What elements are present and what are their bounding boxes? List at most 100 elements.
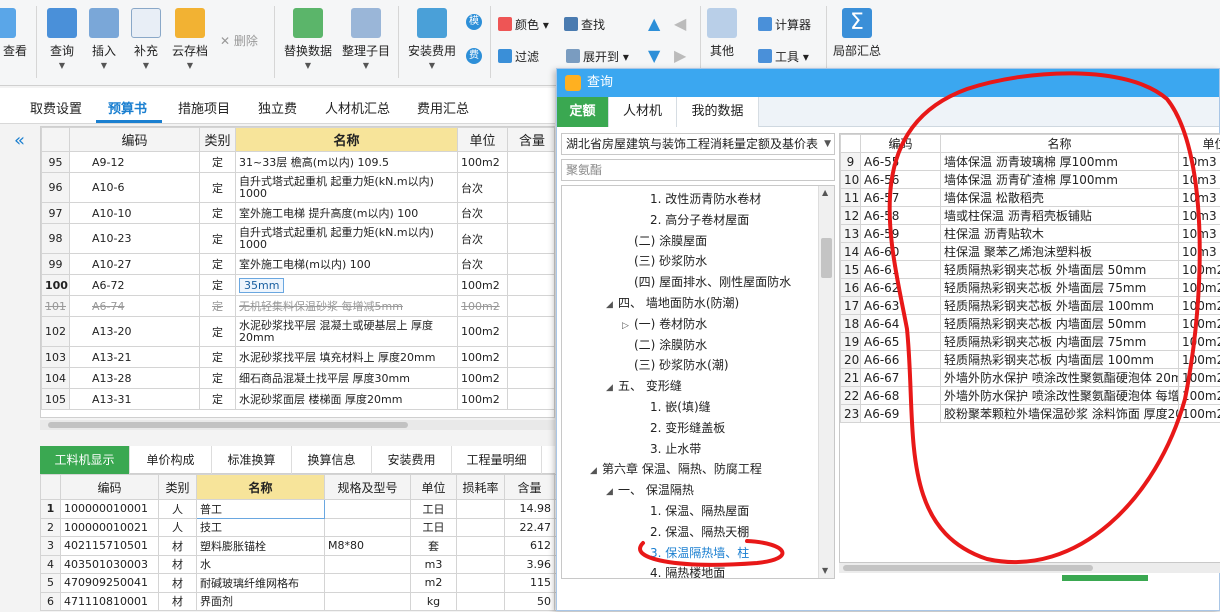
name-cell[interactable]: 轻质隔热彩钢夹芯板 内墙面层 50mm xyxy=(941,315,1179,333)
unit-cell[interactable]: 100m2 xyxy=(458,368,508,389)
name-cell[interactable]: 技工 xyxy=(197,518,325,537)
tree-node[interactable]: (二) 涂膜防水 xyxy=(622,336,707,353)
dialog-title-bar[interactable]: 查询 xyxy=(557,69,1219,97)
unit-cell[interactable]: 10m3 xyxy=(1179,207,1220,225)
row-number[interactable]: 100 xyxy=(42,275,70,296)
type-header[interactable]: 类别 xyxy=(159,475,197,500)
tab-quota[interactable]: 定额 xyxy=(557,97,609,127)
name-cell[interactable]: 塑料膨胀锚栓 xyxy=(197,537,325,556)
spec-cell[interactable] xyxy=(325,555,411,574)
row-number[interactable]: 4 xyxy=(41,555,61,574)
filter-button[interactable]: 过滤 xyxy=(498,48,539,65)
row-number[interactable]: 11 xyxy=(841,189,861,207)
tab-standard-conversion[interactable]: 标准换算 xyxy=(212,446,292,474)
code-cell[interactable]: A6-63 xyxy=(861,297,941,315)
unit-cell[interactable]: 100m2 xyxy=(458,275,508,296)
table-row[interactable]: 15A6-61轻质隔热彩钢夹芯板 外墙面层 50mm100m2 xyxy=(841,261,1220,279)
view-button[interactable]: 查看 xyxy=(0,8,30,59)
name-cell[interactable]: 外墙外防水保护 喷涂改性聚氨酯硬泡体 每增减5mm xyxy=(941,387,1179,405)
code-header[interactable]: 编码 xyxy=(70,128,200,152)
type-cell[interactable]: 定 xyxy=(200,296,236,317)
loss-rate-header[interactable]: 损耗率 xyxy=(457,475,505,500)
unit-cell[interactable]: 100m2 xyxy=(458,317,508,347)
code-cell[interactable]: A10-27 xyxy=(70,254,200,275)
name-cell[interactable]: 水 xyxy=(197,555,325,574)
name-header[interactable]: 名称 xyxy=(197,475,325,500)
row-number[interactable]: 14 xyxy=(841,243,861,261)
code-cell[interactable]: 403501030003 xyxy=(61,555,159,574)
code-cell[interactable]: 100000010021 xyxy=(61,518,159,537)
code-cell[interactable]: A13-28 xyxy=(70,368,200,389)
calculator-button[interactable]: 计算器 xyxy=(758,16,811,33)
search-input[interactable]: 聚氨酯 xyxy=(561,159,835,181)
tree-expand-icon[interactable]: ◢ xyxy=(606,300,618,310)
row-number[interactable]: 12 xyxy=(841,207,861,225)
table-row[interactable]: 17A6-63轻质隔热彩钢夹芯板 外墙面层 100mm100m2 xyxy=(841,297,1220,315)
amount-cell[interactable]: 3.96 xyxy=(505,555,555,574)
row-number[interactable]: 16 xyxy=(841,279,861,297)
tab-labor-material-summary[interactable]: 人材机汇总 xyxy=(325,98,390,117)
name-cell[interactable]: 胶粉聚苯颗粒外墙保温砂浆 涂料饰面 厚度20mm xyxy=(941,405,1179,423)
scroll-down-icon[interactable]: ▼ xyxy=(822,566,828,575)
expand-to-button[interactable]: 展开到 ▾ xyxy=(566,48,629,65)
replace-data-button[interactable]: 替换数据 ▼ xyxy=(280,8,336,70)
other-button[interactable]: 其他 xyxy=(704,8,740,59)
unit-cell[interactable]: m3 xyxy=(411,555,457,574)
code-cell[interactable]: 402115710501 xyxy=(61,537,159,556)
name-cell[interactable]: 耐碱玻璃纤维网格布 xyxy=(197,574,325,593)
unit-header[interactable]: 单位 xyxy=(458,128,508,152)
unit-cell[interactable]: 工日 xyxy=(411,518,457,537)
code-cell[interactable]: A6-66 xyxy=(861,351,941,369)
amount-cell[interactable]: 50 xyxy=(505,592,555,611)
row-number[interactable]: 102 xyxy=(42,317,70,347)
name-cell[interactable]: 无机轻集料保温砂浆 每增减5mm xyxy=(236,296,458,317)
name-cell[interactable]: 外墙外防水保护 喷涂改性聚氨酯硬泡体 20mm xyxy=(941,369,1179,387)
code-header[interactable]: 编码 xyxy=(61,475,159,500)
name-cell[interactable]: 35mm xyxy=(236,275,458,296)
type-cell[interactable]: 定 xyxy=(200,152,236,173)
unit-cell[interactable]: 台次 xyxy=(458,254,508,275)
type-cell[interactable]: 人 xyxy=(159,500,197,519)
row-number[interactable]: 105 xyxy=(42,389,70,410)
color-button[interactable]: 颜色 ▾ xyxy=(498,16,549,33)
delete-button[interactable]: ✕ 删除 xyxy=(220,32,258,49)
tree-node[interactable]: ▷(一) 卷材防水 xyxy=(622,315,707,332)
scrollbar-thumb[interactable] xyxy=(843,565,1093,571)
query-button[interactable]: 查询 ▼ xyxy=(44,8,80,70)
type-cell[interactable]: 定 xyxy=(200,173,236,203)
table-row[interactable]: 104A13-28定细石商品混凝土找平层 厚度30mm100m2 xyxy=(42,368,556,389)
unit-cell[interactable]: 100m2 xyxy=(458,347,508,368)
unit-cell[interactable]: 10m3 xyxy=(1179,243,1220,261)
amount-cell[interactable]: 612 xyxy=(505,537,555,556)
scrollbar-thumb[interactable] xyxy=(821,238,832,278)
table-row[interactable]: 14A6-60柱保温 聚苯乙烯泡沫塑料板10m3 xyxy=(841,243,1220,261)
name-cell[interactable]: 柱保温 沥青贴软木 xyxy=(941,225,1179,243)
find-button[interactable]: 查找 xyxy=(564,16,605,33)
type-cell[interactable]: 定 xyxy=(200,317,236,347)
tree-node[interactable]: 1. 改性沥青防水卷材 xyxy=(638,190,761,207)
tree-node[interactable]: 1. 嵌(填)缝 xyxy=(638,398,711,415)
row-number[interactable]: 96 xyxy=(42,173,70,203)
table-row[interactable]: 105A13-31定水泥砂浆面层 楼梯面 厚度20mm100m2 xyxy=(42,389,556,410)
table-row[interactable]: 16A6-62轻质隔热彩钢夹芯板 外墙面层 75mm100m2 xyxy=(841,279,1220,297)
table-row[interactable]: 12A6-58墙或柱保温 沥青稻壳板铺贴10m3 xyxy=(841,207,1220,225)
row-number[interactable]: 2 xyxy=(41,518,61,537)
code-cell[interactable]: A6-61 xyxy=(861,261,941,279)
name-cell[interactable]: 细石商品混凝土找平层 厚度30mm xyxy=(236,368,458,389)
code-cell[interactable]: A6-72 xyxy=(70,275,200,296)
amount-cell[interactable] xyxy=(508,296,556,317)
name-cell[interactable]: 水泥砂浆面层 楼梯面 厚度20mm xyxy=(236,389,458,410)
tab-fee-settings[interactable]: 取费设置 xyxy=(30,98,82,117)
unit-header[interactable]: 单位 xyxy=(1179,135,1220,153)
table-row[interactable]: 19A6-65轻质隔热彩钢夹芯板 内墙面层 75mm100m2 xyxy=(841,333,1220,351)
tab-install-fee[interactable]: 安装费用 xyxy=(372,446,452,474)
unit-cell[interactable]: 100m2 xyxy=(1179,279,1220,297)
code-cell[interactable]: A6-74 xyxy=(70,296,200,317)
supplement-button[interactable]: 补充 ▼ xyxy=(128,8,164,70)
name-cell[interactable]: 墙体保温 沥青玻璃棉 厚100mm xyxy=(941,153,1179,171)
tab-labor-material-display[interactable]: 工料机显示 xyxy=(40,446,130,474)
amount-cell[interactable] xyxy=(508,224,556,254)
spec-cell[interactable] xyxy=(325,592,411,611)
tree-node[interactable]: ◢第六章 保温、隔热、防腐工程 xyxy=(590,460,762,477)
code-cell[interactable]: A6-69 xyxy=(861,405,941,423)
